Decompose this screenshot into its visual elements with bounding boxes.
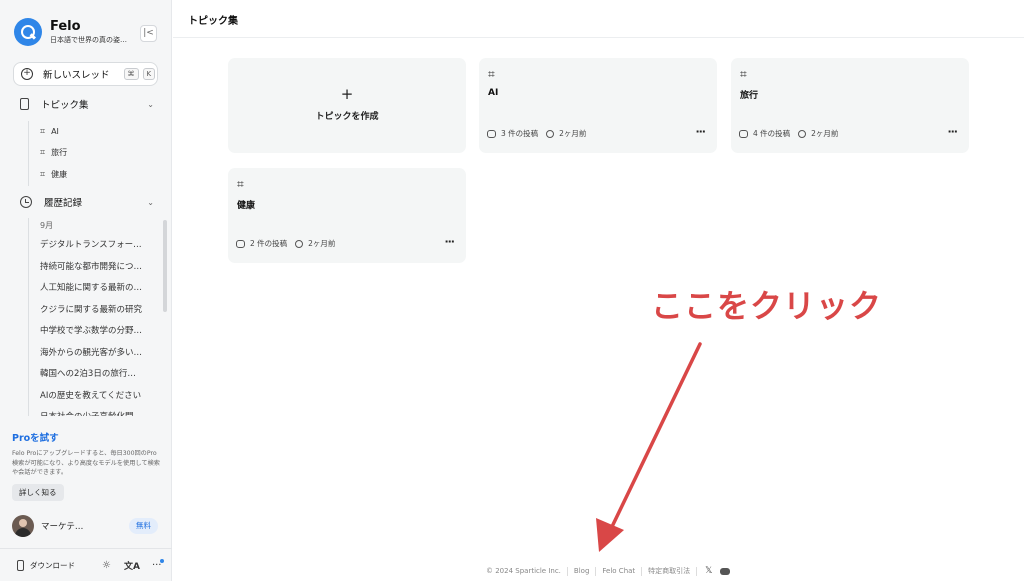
topic-meta: 2 件の投稿 2ヶ月前 — [236, 238, 335, 249]
collapse-sidebar-button[interactable]: |< — [140, 25, 157, 42]
app: Felo 日本語で世界の真の姿… |< + 新しいスレッド ⌘ K トピック集 … — [0, 0, 1024, 581]
pro-promo: Proを試す Felo Proにアップグレードすると、毎日300回のPro検索が… — [12, 430, 162, 501]
create-topic-label: トピックを作成 — [315, 112, 379, 122]
topic-card-ai[interactable]: ⌗ AI 3 件の投稿 2ヶ月前 ··· — [479, 58, 717, 153]
post-count: 4 件の投稿 — [753, 129, 791, 138]
more-options-icon[interactable]: ··· — [695, 125, 706, 138]
topic-label: AI — [51, 126, 59, 136]
history-header-label: 履歴記録 — [44, 198, 83, 209]
sidebar: Felo 日本語で世界の真の姿… |< + 新しいスレッド ⌘ K トピック集 … — [0, 0, 172, 581]
new-thread-label: 新しいスレッド — [43, 70, 110, 81]
user-profile[interactable]: マーケテ… 無料 — [12, 515, 158, 537]
pro-title: Proを試す — [12, 433, 59, 444]
phone-icon — [17, 559, 24, 571]
learn-more-button[interactable]: 詳しく知る — [12, 483, 64, 501]
plus-circle-icon: + — [21, 68, 33, 80]
hash-icon: ⌗ — [488, 67, 495, 81]
page-title: トピック集 — [188, 16, 238, 27]
plus-icon: + — [340, 85, 354, 103]
post-count: 2 件の投稿 — [250, 239, 288, 248]
x-twitter-icon[interactable]: 𝕏 — [705, 566, 712, 576]
user-name: マーケテ… — [41, 522, 84, 532]
history-list: 9月 デジタルトランスフォー… 持続可能な都市開発につ… 人工知能に関する最新の… — [28, 218, 150, 416]
sidebar-item-topic-ai[interactable]: ⌗ AI — [40, 121, 67, 143]
felo-logo-icon — [14, 18, 42, 46]
create-topic-card[interactable]: + トピックを作成 — [228, 58, 466, 153]
topics-section-header[interactable]: トピック集 ⌄ — [20, 97, 154, 111]
page-footer: © 2024 Sparticle Inc. Blog Felo Chat 特定商… — [486, 566, 731, 576]
topic-list: ⌗ AI ⌗ 旅行 ⌗ 健康 — [28, 121, 67, 186]
theme-sun-icon[interactable]: ☼ — [102, 560, 111, 571]
history-item[interactable]: クジラに関する最新の研究 — [40, 300, 150, 322]
more-options-icon[interactable]: ··· — [947, 125, 958, 138]
sidebar-item-topic-health[interactable]: ⌗ 健康 — [40, 164, 67, 186]
main-header: トピック集 — [173, 0, 1024, 38]
new-thread-button[interactable]: + 新しいスレッド ⌘ K — [13, 62, 158, 86]
history-section-header[interactable]: 履歴記録 ⌄ — [20, 195, 154, 209]
clock-icon — [295, 239, 304, 248]
click-here-annotation: ここをクリック — [651, 287, 883, 325]
chat-icon — [739, 129, 748, 138]
sidebar-footer: ダウンロード ☼ 文A ··· — [0, 548, 172, 581]
history-clock-icon — [20, 196, 32, 208]
hash-icon: ⌗ — [40, 126, 46, 137]
clock-icon — [798, 129, 807, 138]
plan-badge: 無料 — [129, 518, 158, 534]
app-name: Felo — [50, 19, 81, 34]
chevron-down-icon[interactable]: ⌄ — [147, 100, 154, 109]
history-item[interactable]: 人工知能に関する最新の… — [40, 278, 150, 300]
topic-card-health[interactable]: ⌗ 健康 2 件の投稿 2ヶ月前 ··· — [228, 168, 466, 263]
copyright: © 2024 Sparticle Inc. — [486, 567, 561, 575]
history-item[interactable]: デジタルトランスフォー… — [40, 235, 150, 257]
footer-link-legal[interactable]: 特定商取引法 — [648, 566, 690, 576]
topic-name: 旅行 — [740, 91, 759, 101]
updated-time: 2ヶ月前 — [308, 239, 336, 248]
hash-icon: ⌗ — [237, 177, 244, 191]
brand[interactable]: Felo 日本語で世界の真の姿… — [14, 18, 127, 46]
footer-link-felo-chat[interactable]: Felo Chat — [602, 567, 635, 575]
kbd-cmd: ⌘ — [123, 68, 139, 80]
history-item[interactable]: 持続可能な都市開発につ… — [40, 257, 150, 279]
history-item[interactable]: 中学校で学ぶ数学の分野… — [40, 321, 150, 343]
kbd-k: K — [142, 68, 156, 80]
discord-icon[interactable] — [720, 567, 731, 575]
topic-card-travel[interactable]: ⌗ 旅行 4 件の投稿 2ヶ月前 ··· — [731, 58, 969, 153]
avatar — [12, 515, 34, 537]
annotation-arrow — [596, 342, 702, 552]
history-item[interactable]: 海外からの観光客が多い… — [40, 343, 150, 365]
history-item[interactable]: AIの歴史を教えてください — [40, 386, 150, 408]
history-month: 9月 — [40, 221, 54, 230]
updated-time: 2ヶ月前 — [559, 129, 587, 138]
topic-meta: 3 件の投稿 2ヶ月前 — [487, 128, 586, 139]
footer-link-blog[interactable]: Blog — [574, 567, 589, 575]
hash-icon: ⌗ — [740, 67, 747, 81]
hash-icon: ⌗ — [40, 169, 46, 180]
topic-name: AI — [488, 88, 499, 98]
history-scrollbar[interactable] — [163, 220, 167, 312]
app-subtitle: 日本語で世界の真の姿… — [50, 36, 127, 44]
more-options-icon[interactable]: ··· — [444, 235, 455, 248]
topic-label: 旅行 — [51, 148, 68, 158]
topic-meta: 4 件の投稿 2ヶ月前 — [739, 128, 838, 139]
updated-time: 2ヶ月前 — [811, 129, 839, 138]
topic-label: 健康 — [51, 169, 68, 179]
more-icon[interactable]: ··· — [152, 558, 164, 571]
pro-description: Felo Proにアップグレードすると、毎日300回のPro検索が可能になり、よ… — [12, 450, 160, 476]
translate-icon[interactable]: 文A — [124, 559, 140, 572]
clock-icon — [546, 129, 555, 138]
post-count: 3 件の投稿 — [501, 129, 539, 138]
chevron-down-icon[interactable]: ⌄ — [147, 198, 154, 207]
history-item[interactable]: 日本社会の少子高齢化問… — [40, 407, 150, 416]
topic-name: 健康 — [237, 201, 256, 211]
download-link[interactable]: ダウンロード — [30, 560, 75, 571]
sidebar-item-topic-travel[interactable]: ⌗ 旅行 — [40, 143, 67, 165]
topics-header-label: トピック集 — [41, 100, 89, 111]
chat-icon — [487, 129, 496, 138]
bookmark-icon — [20, 98, 29, 110]
chat-icon — [236, 239, 245, 248]
history-item[interactable]: 韓国への2泊3日の旅行… — [40, 364, 150, 386]
hash-icon: ⌗ — [40, 148, 46, 159]
